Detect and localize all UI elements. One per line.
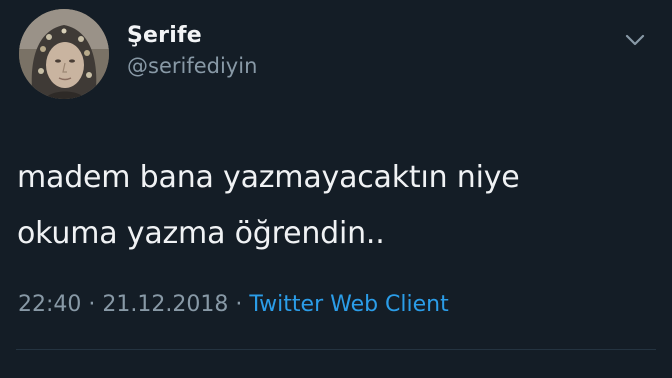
tweet-date[interactable]: 21.12.2018: [102, 292, 228, 317]
tweet-meta: 22:40 · 21.12.2018 · Twitter Web Client: [18, 290, 449, 320]
tweet-card: Şerife @serifediyin madem bana yazmayaca…: [0, 0, 672, 378]
display-name[interactable]: Şerife: [127, 22, 257, 50]
meta-separator: ·: [235, 292, 243, 317]
tweet-text-line: okuma yazma öğrendin..: [17, 216, 385, 251]
user-handle[interactable]: @serifediyin: [127, 52, 257, 80]
avatar[interactable]: [19, 9, 109, 99]
tweet-text-line: madem bana yazmayacaktın niye: [17, 160, 520, 195]
client-link[interactable]: Twitter Web Client: [249, 292, 448, 317]
avatar-photo: [19, 9, 109, 99]
tweet-time[interactable]: 22:40: [18, 292, 81, 317]
divider: [16, 349, 656, 350]
meta-separator: ·: [88, 292, 96, 317]
tweet-text: madem bana yazmayacaktın niye okuma yazm…: [17, 150, 657, 262]
author-block[interactable]: Şerife @serifediyin: [127, 22, 257, 80]
chevron-down-icon[interactable]: [624, 32, 646, 48]
